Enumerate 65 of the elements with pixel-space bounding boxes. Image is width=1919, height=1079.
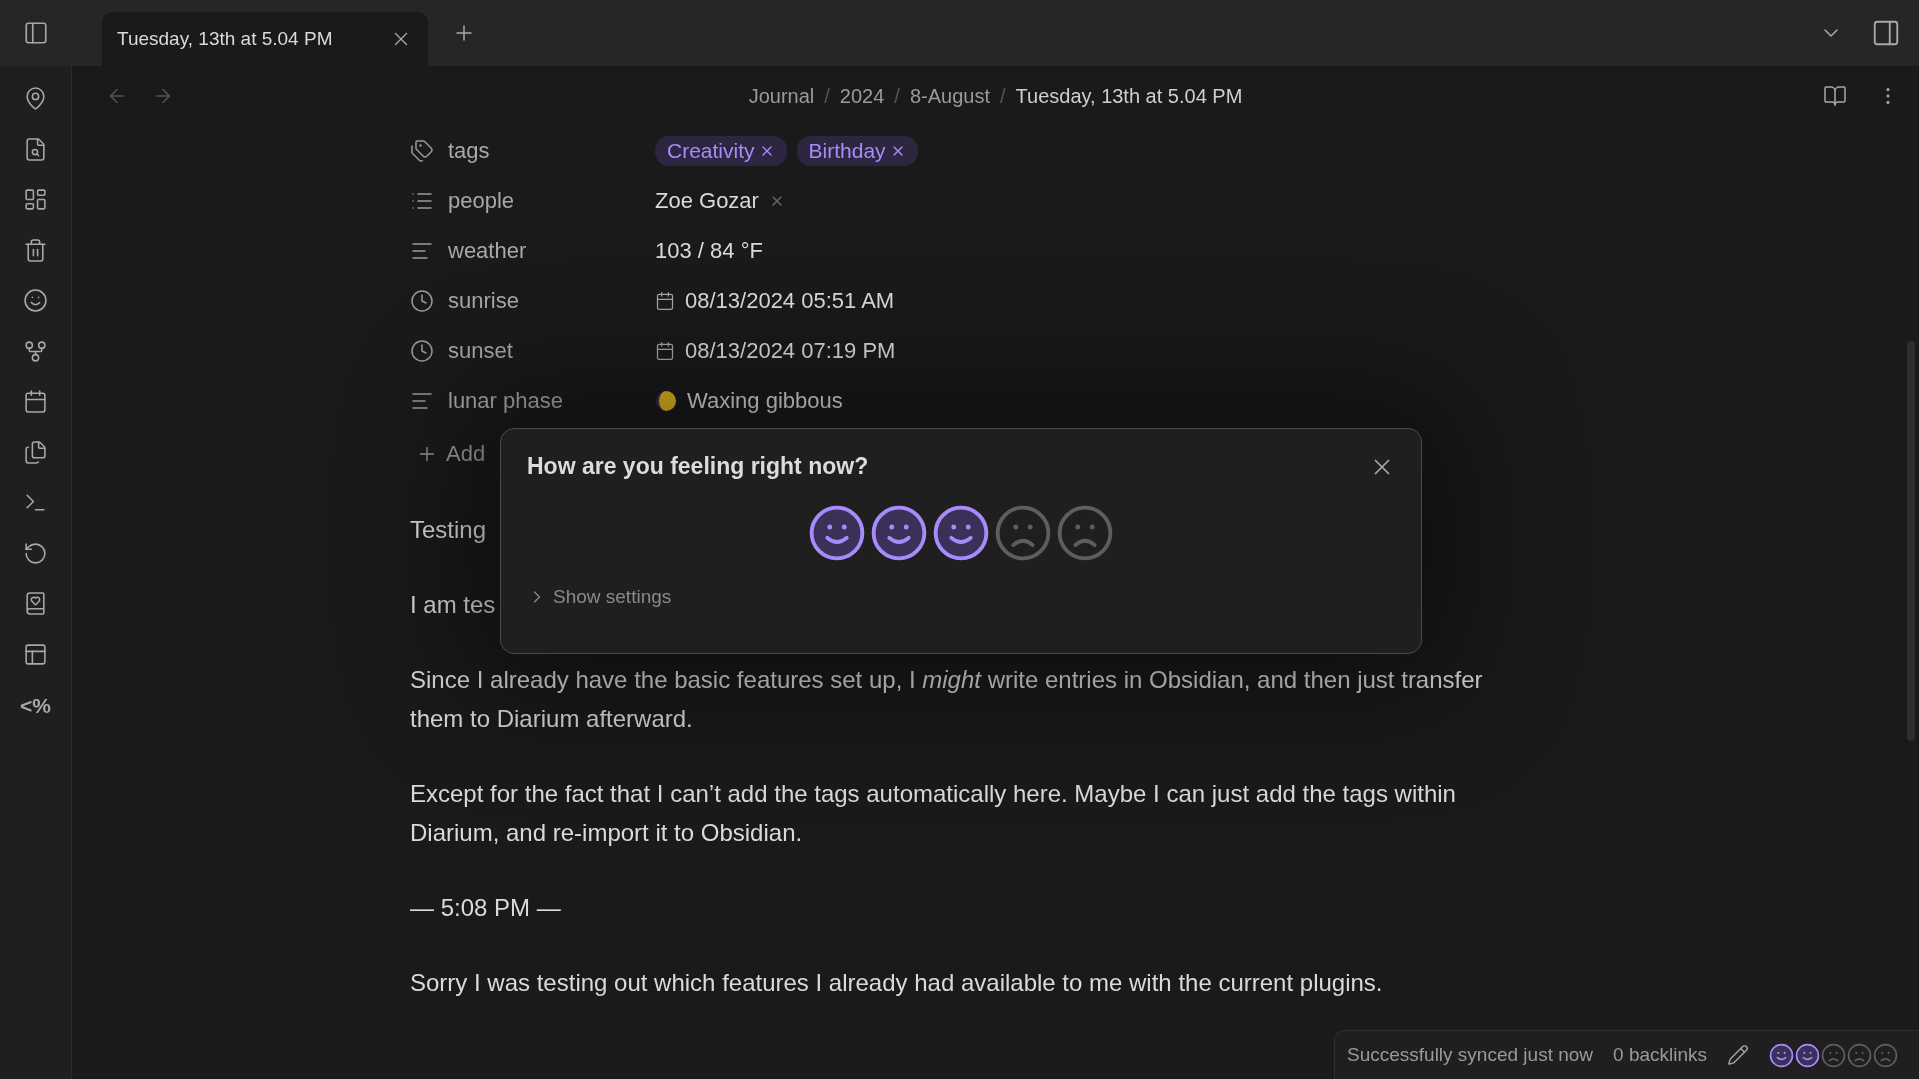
undo-icon[interactable] <box>23 540 48 566</box>
dashboard-icon[interactable] <box>23 187 48 212</box>
paragraph: Testing <box>410 515 487 545</box>
tags-icon <box>410 139 434 163</box>
smiley-icon[interactable] <box>23 288 48 313</box>
right-sidebar-toggle-icon[interactable] <box>1871 18 1901 48</box>
date-time-value[interactable]: 08/13/2024 07:19 PM <box>685 338 896 364</box>
clock-icon <box>410 339 434 363</box>
sad-face-icon[interactable] <box>1873 1042 1899 1068</box>
property-value: Waxing gibbous <box>687 388 843 414</box>
tag-pill[interactable]: Birthday <box>796 136 918 166</box>
breadcrumb-separator: / <box>999 84 1006 108</box>
breadcrumb-separator: / <box>824 84 830 108</box>
smiley-face-icon[interactable] <box>1795 1042 1821 1068</box>
smiley-face-icon[interactable] <box>808 504 866 562</box>
property-label: tags <box>448 138 490 164</box>
sad-face-icon[interactable] <box>994 504 1052 562</box>
property-label: sunrise <box>448 288 519 314</box>
sad-face-icon[interactable] <box>1056 504 1114 562</box>
sync-status: Successfully synced just now <box>1347 1044 1594 1066</box>
template-button[interactable]: <% <box>20 692 51 720</box>
clock-icon <box>410 289 434 313</box>
note-tab[interactable]: Tuesday, 13th at 5.04 PM <box>102 12 428 66</box>
calendar-icon[interactable] <box>655 291 675 311</box>
files-icon[interactable] <box>23 439 48 465</box>
property-label: sunset <box>448 338 513 364</box>
property-label: weather <box>448 238 527 264</box>
property-value: 103 / 84 °F <box>655 238 763 264</box>
paragraph: I am tes <box>410 590 496 620</box>
show-settings-toggle[interactable]: Show settings <box>527 586 672 608</box>
map-pin-icon[interactable] <box>23 86 48 111</box>
breadcrumb-item[interactable]: Tuesday, 13th at 5.04 PM <box>1015 84 1243 108</box>
book-heart-icon[interactable] <box>23 591 48 616</box>
layout-icon[interactable] <box>23 641 48 667</box>
trash-icon[interactable] <box>23 237 48 263</box>
sidebar-toggle-icon[interactable] <box>23 20 49 46</box>
smiley-face-icon[interactable] <box>932 504 990 562</box>
backlinks-count[interactable]: 0 backlinks <box>1613 1044 1708 1066</box>
dialog-title: How are you feeling right now? <box>527 453 869 480</box>
calendar-icon[interactable] <box>655 341 675 361</box>
breadcrumb-item[interactable]: 8-August <box>909 84 990 108</box>
moon-icon <box>655 390 677 412</box>
property-value: Zoe Gozar <box>655 188 759 214</box>
paragraph: — 5:08 PM — <box>410 893 561 923</box>
calendar-icon[interactable] <box>23 389 48 414</box>
paragraph: Sorry I was testing out which features I already had available to me with the current plugins. <box>410 968 1383 998</box>
breadcrumb-item[interactable]: Journal <box>748 84 815 108</box>
file-search-icon[interactable] <box>23 136 48 162</box>
mood-rating[interactable] <box>1769 1042 1899 1068</box>
property-label: people <box>448 188 515 214</box>
property-label: lunar phase <box>448 388 563 414</box>
book-icon[interactable] <box>1823 84 1847 108</box>
paragraph: Since I already have the basic features set up, I might write entries in Obsidian, and then just transfer them to Diarium afterward. <box>410 665 1484 734</box>
add-property-button[interactable]: Add <box>416 434 486 474</box>
fork-icon[interactable] <box>23 338 48 364</box>
smiley-face-icon[interactable] <box>1769 1042 1795 1068</box>
tag-pill[interactable]: Creativity <box>655 136 787 166</box>
pencil-icon[interactable] <box>1727 1044 1750 1066</box>
smiley-face-icon[interactable] <box>870 504 928 562</box>
sad-face-icon[interactable] <box>1847 1042 1873 1068</box>
breadcrumb-item[interactable]: 2024 <box>839 84 885 108</box>
breadcrumb-separator: / <box>894 84 900 108</box>
sad-face-icon[interactable] <box>1821 1042 1847 1068</box>
paragraph: Except for the fact that I can’t add the tags automatically here. Maybe I can just add the tags within Diarium, and re-import it to Obsidian. <box>410 779 1457 848</box>
date-time-value[interactable]: 08/13/2024 05:51 AM <box>685 288 895 314</box>
